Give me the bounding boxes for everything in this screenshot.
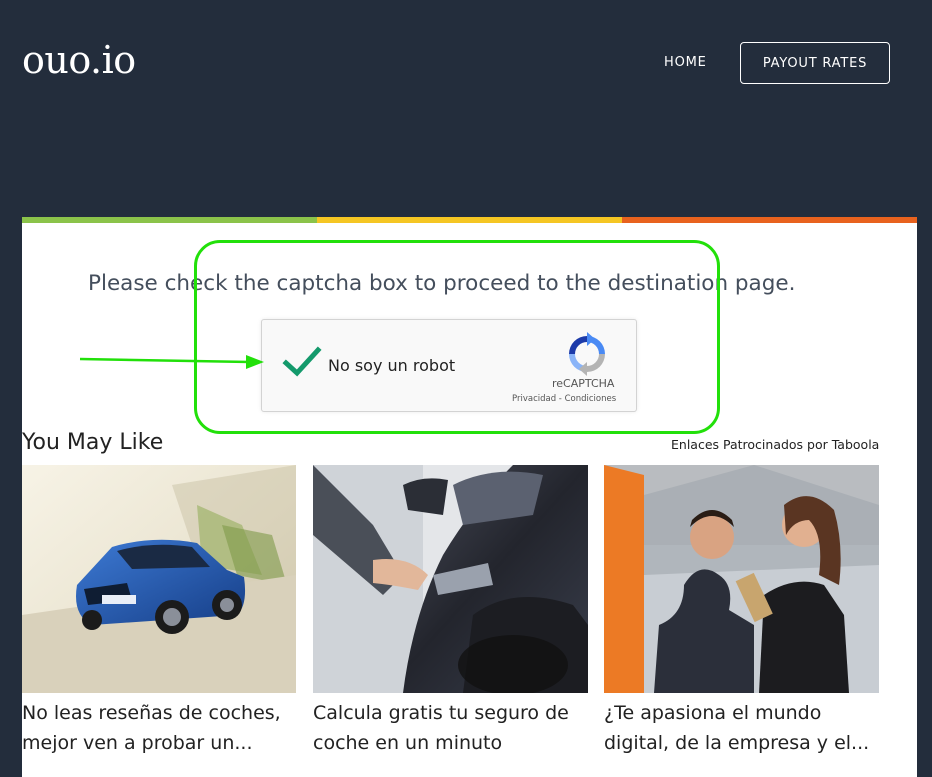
annotation-highlight-box xyxy=(194,240,720,434)
nav-home-link[interactable]: HOME xyxy=(664,55,707,70)
recommendation-image-1[interactable] xyxy=(22,465,296,693)
taboola-sponsored-link[interactable]: Enlaces Patrocinados por Taboola xyxy=(671,437,879,452)
recommendation-image-2[interactable] xyxy=(313,465,588,693)
blue-car-photo xyxy=(22,465,296,693)
students-talking-photo xyxy=(604,465,879,693)
recommendation-caption-2[interactable]: Calcula gratis tu seguro de coche en un … xyxy=(313,698,598,758)
progress-bar-segment-1 xyxy=(22,217,317,223)
recommendation-caption-1[interactable]: No leas reseñas de coches, mejor ven a p… xyxy=(22,698,307,758)
payout-rates-button[interactable]: PAYOUT RATES xyxy=(740,42,890,84)
recommendation-caption-3[interactable]: ¿Te apasiona el mundo digital, de la emp… xyxy=(604,698,889,758)
site-logo[interactable]: ouo.io xyxy=(22,38,136,82)
annotation-arrow-icon xyxy=(79,355,264,369)
car-door-handle-photo xyxy=(313,465,588,693)
main-card: Please check the captcha box to proceed … xyxy=(22,217,917,777)
recommendation-image-3[interactable] xyxy=(604,465,879,693)
progress-bar-segment-2 xyxy=(317,217,622,223)
recommendations-heading: You May Like xyxy=(22,430,164,455)
progress-bar-segment-3 xyxy=(622,217,917,223)
